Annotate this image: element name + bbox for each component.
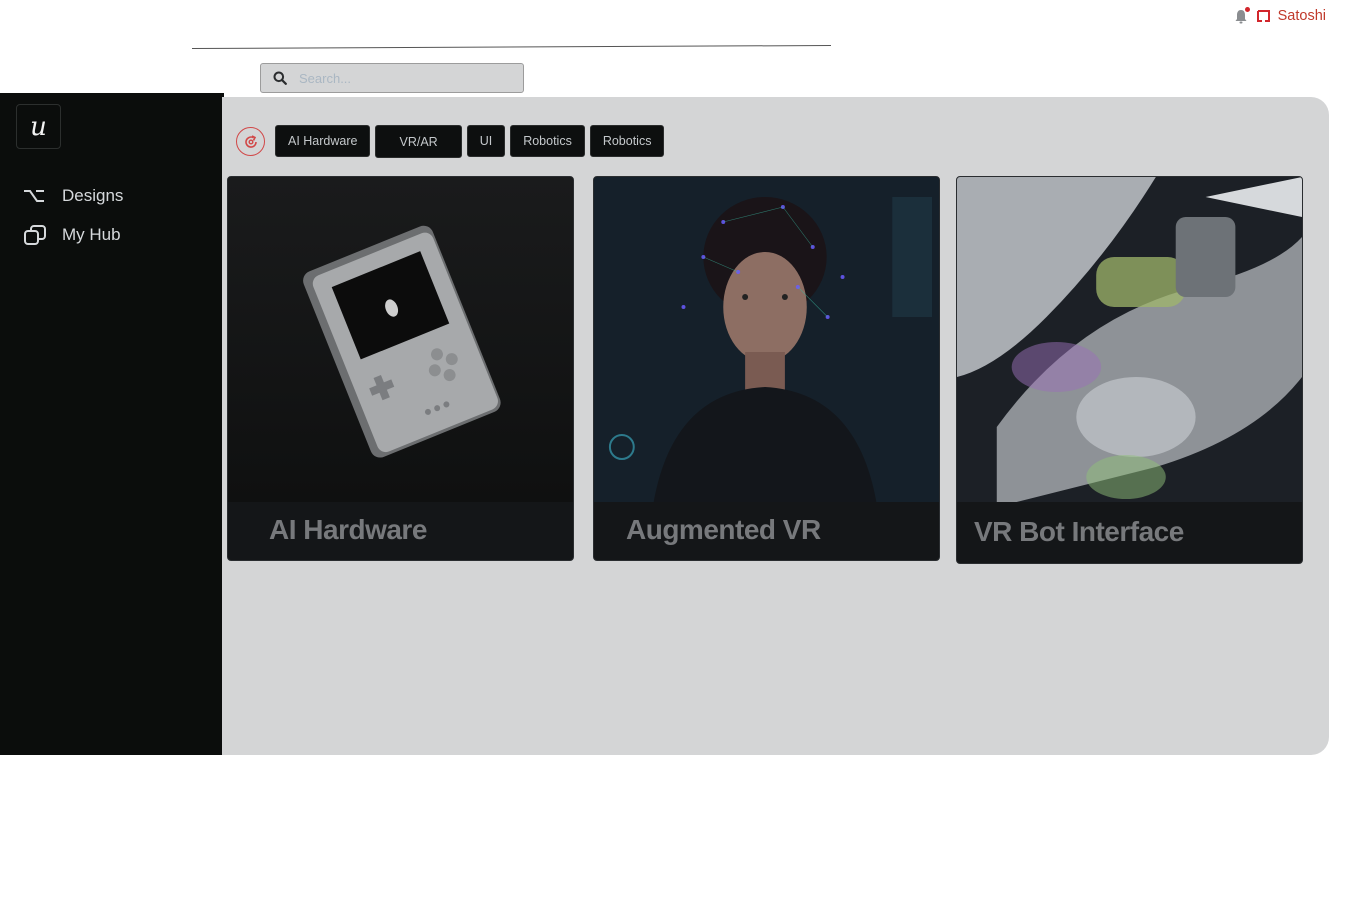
handheld-console-image bbox=[228, 177, 573, 502]
username-link[interactable]: Satoshi bbox=[1278, 8, 1326, 24]
holographic-portrait-image bbox=[594, 177, 939, 502]
sidebar-item-designs[interactable]: Designs bbox=[22, 185, 123, 207]
card-title: VR Bot Interface bbox=[974, 515, 1184, 547]
notification-bell[interactable] bbox=[1234, 7, 1250, 25]
header-divider bbox=[191, 44, 831, 49]
sidebar-item-label: Designs bbox=[62, 186, 124, 205]
search-input[interactable] bbox=[299, 70, 499, 86]
chip-ui[interactable]: UI bbox=[466, 125, 506, 157]
sidebar: u Designs My Hub bbox=[0, 93, 224, 755]
chip-robotics-2[interactable]: Robotics bbox=[589, 125, 665, 157]
app-logo[interactable]: u bbox=[16, 104, 61, 149]
refresh-button[interactable] bbox=[236, 127, 265, 156]
sidebar-item-label: My Hub bbox=[62, 225, 121, 244]
notification-dot bbox=[1244, 7, 1250, 12]
search-bar bbox=[260, 63, 524, 93]
refresh-icon bbox=[244, 134, 257, 148]
chip-vr-ar[interactable]: VR/AR bbox=[375, 125, 462, 158]
robot-arm-image bbox=[957, 177, 1302, 502]
card-title: AI Hardware bbox=[269, 514, 427, 545]
filter-chips: AI Hardware VR/AR UI Robotics Robotics bbox=[275, 125, 665, 158]
design-card[interactable]: Augmented VR bbox=[593, 176, 940, 561]
search-icon bbox=[273, 71, 287, 85]
card-title: Augmented VR bbox=[626, 514, 821, 545]
option-key-icon bbox=[24, 190, 44, 202]
user-area: Satoshi bbox=[1234, 7, 1326, 25]
user-mark-icon bbox=[1256, 10, 1270, 22]
chip-ai-hardware[interactable]: AI Hardware bbox=[275, 125, 371, 157]
sidebar-item-my-hub[interactable]: My Hub bbox=[22, 224, 121, 246]
chip-robotics[interactable]: Robotics bbox=[510, 125, 585, 157]
design-card[interactable]: VR Bot Interface bbox=[956, 176, 1303, 564]
stack-icon bbox=[24, 225, 46, 245]
design-card[interactable]: AI Hardware bbox=[227, 176, 574, 561]
